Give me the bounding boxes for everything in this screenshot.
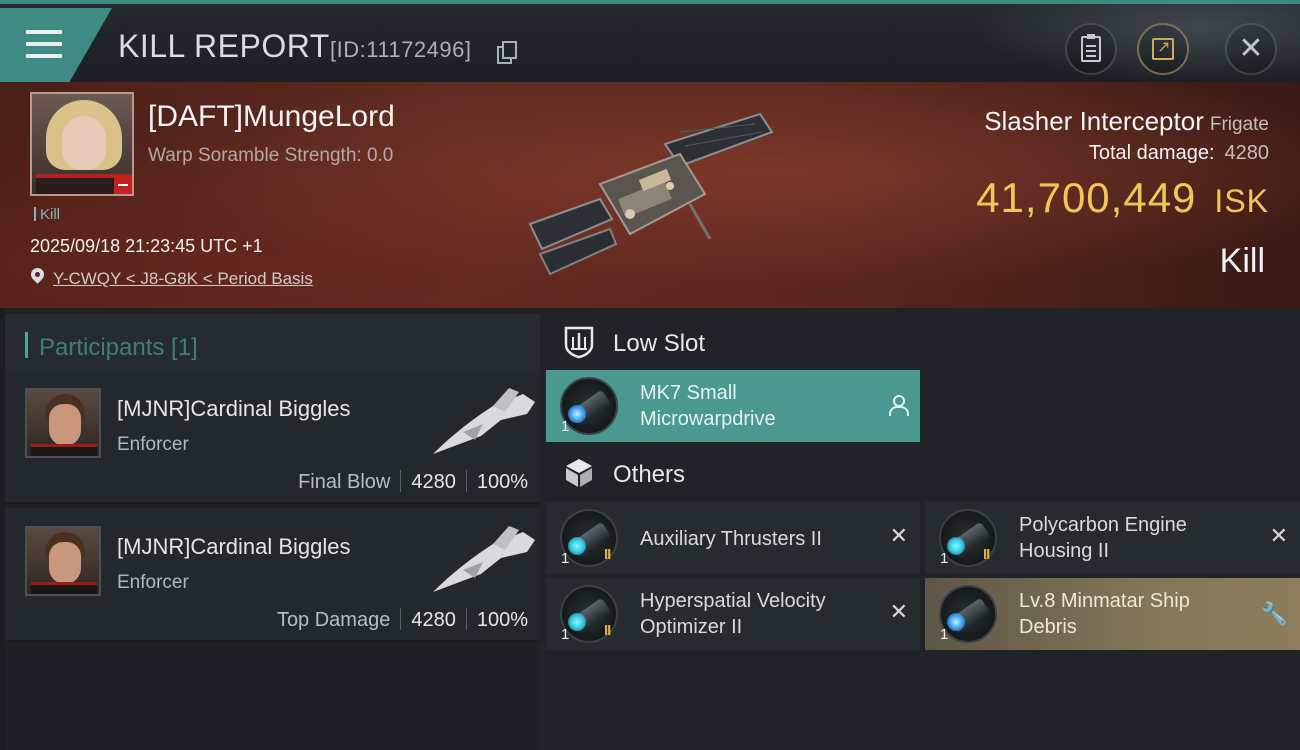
module-name: Hyperspatial Velocity Optimizer II (640, 588, 826, 640)
participant-percent: 100% (476, 471, 528, 493)
top-bar: KILL REPORT [ID:11172496] ✕ (0, 0, 1300, 82)
module-slot[interactable]: 1 II Auxiliary Thrusters II ✕ (546, 502, 920, 574)
participant-row[interactable]: [MJNR]Cardinal Biggles Enforcer Final Bl… (5, 370, 540, 504)
participant-damage: 4280 (411, 609, 456, 631)
copy-icon[interactable] (497, 41, 517, 64)
modules-panel: Low Slot 1 MK7 Small Microwarpdrive Othe… (540, 308, 1300, 750)
report-id: [ID:11172496] (330, 37, 472, 62)
isk-amount: 41,700,449 (976, 174, 1197, 221)
module-name-line: Debris (1019, 616, 1077, 638)
total-damage: Total damage: 4280 (1089, 142, 1269, 165)
module-tier: II (983, 546, 990, 563)
participant-damage: 4280 (411, 471, 456, 493)
module-quantity: 1 (561, 418, 570, 435)
module-slot[interactable]: 1 Lv.8 Minmatar Ship Debris 🔧 (925, 578, 1300, 650)
location-link[interactable]: Y-CWQY < J8-G8K < Period Basis (53, 269, 313, 289)
destroyed-x-icon: ✕ (1269, 524, 1288, 549)
victim-ship-image (528, 112, 774, 276)
module-tier: II (604, 622, 611, 639)
destroyed-x-icon: ✕ (889, 524, 908, 549)
total-damage-label: Total damage: (1088, 142, 1215, 164)
module-slot[interactable]: 1 II Polycarbon Engine Housing II ✕ (925, 502, 1300, 574)
participant-role: Final Blow (298, 471, 391, 493)
ship-class-label: Frigate (1209, 114, 1269, 135)
participant-stats: Final Blow 4280 100% (298, 470, 528, 494)
module-name-line: Polycarbon Engine (1019, 514, 1187, 536)
victim-banner: [DAFT]MungeLord Warp Soramble Strength: … (0, 82, 1300, 308)
participant-ship-icon (433, 388, 535, 454)
low-slot-title: Low Slot (613, 330, 706, 357)
participant-avatar[interactable] (25, 526, 101, 596)
victim-portrait[interactable] (30, 92, 134, 196)
clipboard-button[interactable] (1065, 23, 1117, 75)
module-name-line: Lv.8 Minmatar Ship (1019, 590, 1190, 612)
module-name: MK7 Small Microwarpdrive (640, 380, 776, 432)
close-button[interactable]: ✕ (1225, 23, 1277, 75)
participant-ship-icon (433, 526, 535, 592)
kill-count: Kill (34, 206, 60, 223)
participants-panel: Participants [1] [MJNR]Cardinal Biggles … (5, 308, 540, 750)
warp-scramble-strength: Warp Soramble Strength: 0.0 (148, 145, 394, 166)
participant-row[interactable]: [MJNR]Cardinal Biggles Enforcer Top Dama… (5, 508, 540, 642)
page-title: KILL REPORT (118, 28, 330, 64)
module-name-line: Housing II (1019, 540, 1110, 562)
isk-unit: ISK (1214, 183, 1269, 219)
module-name: Lv.8 Minmatar Ship Debris (1019, 588, 1190, 640)
module-quantity: 1 (561, 550, 570, 567)
participant-name: [MJNR]Cardinal Biggles (117, 396, 351, 421)
person-icon (888, 395, 909, 416)
participant-avatar[interactable] (25, 388, 101, 458)
module-quantity: 1 (940, 550, 949, 567)
kill-result: Kill (1219, 242, 1265, 280)
destroyed-x-icon: ✕ (889, 600, 908, 625)
minus-badge-icon (114, 176, 132, 194)
module-name-line: MK7 Small (640, 382, 737, 404)
low-slot-icon (564, 326, 594, 359)
menu-button[interactable] (0, 8, 112, 82)
participant-percent: 100% (476, 609, 528, 631)
victim-name[interactable]: [DAFT]MungeLord (148, 100, 395, 134)
share-icon (1152, 37, 1174, 60)
participant-role: Top Damage (276, 609, 391, 631)
module-slot[interactable]: 1 II Hyperspatial Velocity Optimizer II … (546, 578, 920, 650)
clipboard-icon (1081, 34, 1101, 62)
module-name-line: Hyperspatial Velocity (640, 590, 826, 612)
kill-bar-icon (34, 207, 36, 221)
participant-stats: Top Damage 4280 100% (277, 608, 528, 632)
module-name-line: Microwarpdrive (640, 408, 776, 430)
close-icon: ✕ (1238, 31, 1264, 66)
module-tier: II (604, 546, 611, 563)
module-name-line: Optimizer II (640, 616, 743, 638)
others-title: Others (613, 461, 686, 488)
location-pin-icon (28, 265, 47, 284)
kill-timestamp: 2025/09/18 21:23:45 UTC +1 (30, 236, 263, 256)
cube-icon (566, 459, 592, 487)
module-name: Auxiliary Thrusters II (640, 528, 822, 550)
module-name: Polycarbon Engine Housing II (1019, 512, 1187, 564)
hamburger-icon (26, 30, 62, 58)
victim-ship-name[interactable]: Slasher Interceptor Frigate (984, 106, 1269, 137)
module-slot[interactable]: 1 MK7 Small Microwarpdrive (546, 370, 920, 442)
module-quantity: 1 (561, 626, 570, 643)
participant-ship: Enforcer (117, 434, 189, 455)
share-button[interactable] (1137, 23, 1189, 75)
wrench-icon: 🔧 (1260, 602, 1288, 627)
participant-name: [MJNR]Cardinal Biggles (117, 534, 351, 559)
participants-header: Participants [1] (5, 314, 540, 370)
total-damage-value: 4280 (1224, 142, 1270, 164)
isk-value: 41,700,449 ISK (976, 174, 1269, 222)
ship-name-label: Slasher Interceptor (984, 106, 1204, 136)
participant-ship: Enforcer (117, 572, 189, 593)
kill-count-label: Kill (40, 206, 61, 223)
module-quantity: 1 (940, 626, 949, 643)
